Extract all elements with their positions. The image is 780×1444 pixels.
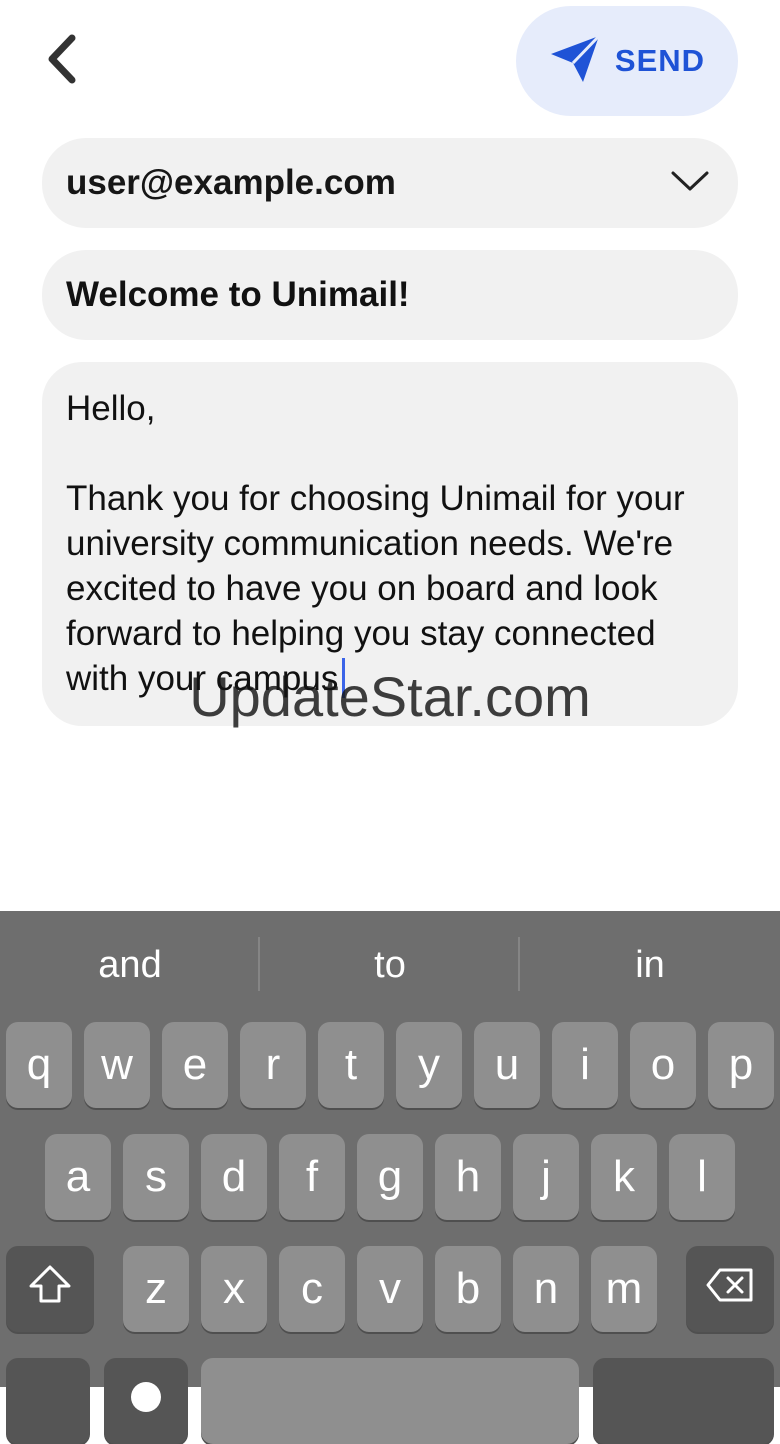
key[interactable]: o <box>630 1022 696 1108</box>
key[interactable]: y <box>396 1022 462 1108</box>
key[interactable]: z <box>123 1246 189 1332</box>
recipient-value: user@example.com <box>66 163 396 202</box>
key[interactable]: d <box>201 1134 267 1220</box>
key[interactable]: e <box>162 1022 228 1108</box>
backspace-icon <box>706 1264 754 1314</box>
key[interactable]: v <box>357 1246 423 1332</box>
chevron-left-icon <box>44 34 78 89</box>
emoji-key[interactable] <box>104 1358 188 1444</box>
key[interactable]: b <box>435 1246 501 1332</box>
suggestion-item[interactable]: and <box>0 911 260 1019</box>
shift-icon <box>27 1264 73 1315</box>
emoji-icon <box>128 1376 164 1426</box>
back-button[interactable] <box>36 34 86 88</box>
send-button[interactable]: SEND <box>516 6 738 116</box>
key[interactable]: a <box>45 1134 111 1220</box>
return-key[interactable] <box>593 1358 774 1444</box>
key[interactable]: c <box>279 1246 345 1332</box>
key[interactable]: k <box>591 1134 657 1220</box>
subject-field[interactable]: Welcome to Unimail! <box>42 250 738 340</box>
key[interactable]: x <box>201 1246 267 1332</box>
on-screen-keyboard: and to in q w e r t y u i o p a s d f g … <box>0 911 780 1444</box>
suggestion-bar: and to in <box>0 911 780 1019</box>
key[interactable]: u <box>474 1022 540 1108</box>
key[interactable]: i <box>552 1022 618 1108</box>
numbers-key[interactable] <box>6 1358 90 1444</box>
key[interactable]: n <box>513 1246 579 1332</box>
key[interactable]: m <box>591 1246 657 1332</box>
chevron-down-icon[interactable] <box>670 169 710 198</box>
shift-key[interactable] <box>6 1246 94 1332</box>
text-caret <box>342 658 346 698</box>
subject-value: Welcome to Unimail! <box>66 275 410 314</box>
message-body-text: Hello, Thank you for choosing Unimail fo… <box>66 389 685 698</box>
key[interactable]: l <box>669 1134 735 1220</box>
space-key[interactable] <box>201 1358 579 1444</box>
suggestion-item[interactable]: to <box>260 911 520 1019</box>
key[interactable]: s <box>123 1134 189 1220</box>
key[interactable]: r <box>240 1022 306 1108</box>
send-label: SEND <box>614 43 706 78</box>
suggestion-item[interactable]: in <box>520 911 780 1019</box>
key[interactable]: g <box>357 1134 423 1220</box>
key[interactable]: f <box>279 1134 345 1220</box>
paper-plane-icon <box>549 34 601 89</box>
message-body-field[interactable]: Hello, Thank you for choosing Unimail fo… <box>42 362 738 726</box>
recipient-field[interactable]: user@example.com <box>42 138 738 228</box>
key[interactable]: j <box>513 1134 579 1220</box>
key[interactable]: q <box>6 1022 72 1108</box>
key[interactable]: p <box>708 1022 774 1108</box>
key[interactable]: t <box>318 1022 384 1108</box>
key[interactable]: h <box>435 1134 501 1220</box>
backspace-key[interactable] <box>686 1246 774 1332</box>
key[interactable]: w <box>84 1022 150 1108</box>
